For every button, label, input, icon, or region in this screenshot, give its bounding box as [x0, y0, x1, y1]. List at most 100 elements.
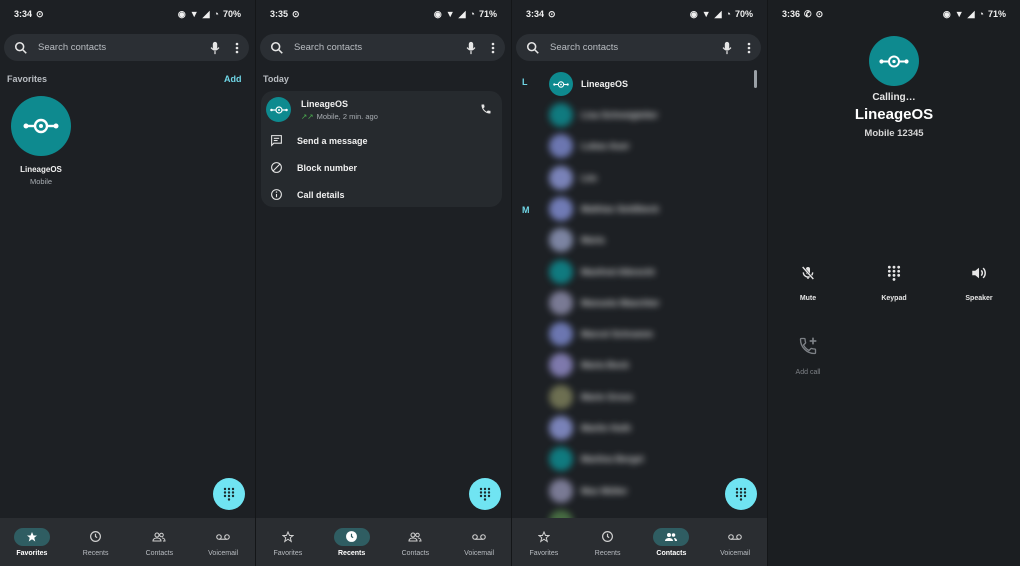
- people-icon: [152, 531, 166, 542]
- nav-label: Contacts: [145, 549, 174, 557]
- contact-name: Lisa Schneigleiter: [581, 110, 659, 120]
- contact-row[interactable]: Manfred Albrecht: [549, 259, 655, 284]
- search-placeholder: Search contacts: [38, 42, 107, 53]
- dialpad-fab[interactable]: [469, 478, 501, 510]
- mute-button[interactable]: Mute: [778, 264, 838, 302]
- today-section-label: Today: [263, 74, 289, 84]
- battery-percent: 70%: [734, 9, 753, 19]
- status-time: 3:35: [270, 9, 289, 19]
- nav-label: Contacts: [656, 549, 687, 557]
- contact-avatar: [549, 134, 573, 159]
- call-icon[interactable]: [480, 103, 492, 115]
- call-details-item[interactable]: Call details: [270, 188, 345, 201]
- contact-row[interactable]: Lukas Auer: [549, 134, 630, 159]
- phone-status-icon: ✆: [804, 8, 812, 19]
- more-options-icon[interactable]: [491, 42, 495, 54]
- search-bar[interactable]: Search contacts: [260, 34, 505, 61]
- nav-favorites[interactable]: Favorites: [512, 518, 576, 566]
- favorite-tile[interactable]: [11, 96, 71, 156]
- block-number-item[interactable]: Block number: [270, 161, 357, 174]
- add-call-label: Add call: [795, 369, 821, 376]
- nav-favorites[interactable]: Favorites: [256, 518, 320, 566]
- send-message-item[interactable]: Send a message: [270, 134, 368, 147]
- microphone-icon[interactable]: [465, 41, 477, 55]
- notification-icon: ⊙: [815, 8, 824, 19]
- contact-name: Max Müller: [581, 485, 628, 496]
- keypad-button[interactable]: Keypad: [864, 264, 924, 302]
- microphone-icon[interactable]: [721, 41, 733, 55]
- speaker-icon: [972, 267, 986, 279]
- star-icon: [26, 531, 37, 541]
- contact-row[interactable]: Martina Bergel: [549, 447, 644, 472]
- nav-voicemail[interactable]: Voicemail: [703, 518, 767, 566]
- speaker-button[interactable]: Speaker: [949, 264, 1009, 302]
- more-options-icon[interactable]: [747, 42, 751, 54]
- nav-recents[interactable]: Recents: [576, 518, 640, 566]
- more-options-icon[interactable]: [235, 42, 239, 54]
- recent-call-detail: ↗↗ Mobile, 2 min. ago: [301, 112, 378, 121]
- contact-row[interactable]: Manuela Waechter: [549, 290, 660, 315]
- contact-row[interactable]: Mathias Seidlbeck: [549, 196, 659, 221]
- contact-avatar: [549, 290, 573, 315]
- contact-row[interactable]: Max Müller: [549, 478, 628, 503]
- search-icon: [526, 41, 539, 54]
- scrollbar[interactable]: [754, 70, 757, 88]
- contact-row[interactable]: Marcel Schramm: [549, 322, 653, 347]
- contact-row[interactable]: LineageOS: [549, 72, 628, 96]
- contact-name: Léo: [581, 172, 598, 183]
- contact-row[interactable]: Lisa Schneigleiter: [549, 103, 658, 127]
- nav-label: Favorites: [16, 549, 48, 557]
- contact-avatar[interactable]: [266, 97, 291, 122]
- battery-percent: 71%: [478, 9, 497, 19]
- search-bar[interactable]: Search contacts: [516, 34, 761, 61]
- search-bar[interactable]: Search contacts: [4, 34, 249, 61]
- nav-voicemail[interactable]: Voicemail: [447, 518, 511, 566]
- contact-avatar: [11, 96, 71, 156]
- nav-recents[interactable]: Recents: [320, 518, 384, 566]
- nav-contacts[interactable]: Contacts: [640, 518, 704, 566]
- contact-name: Martin Huth: [581, 423, 631, 433]
- dialpad-fab[interactable]: [725, 478, 757, 510]
- block-icon: [271, 162, 282, 173]
- nav-contacts[interactable]: Contacts: [128, 518, 192, 566]
- dialpad-fab[interactable]: [213, 478, 245, 510]
- wifi-icon: ▼: [189, 8, 199, 19]
- nav-recents[interactable]: Recents: [64, 518, 128, 566]
- keypad-label: Keypad: [881, 295, 907, 302]
- people-icon: [665, 532, 678, 541]
- microphone-icon[interactable]: [209, 41, 221, 55]
- nav-label: Favorites: [529, 549, 559, 557]
- nav-favorites[interactable]: Favorites: [0, 518, 64, 566]
- contact-name: Manuela Waechter: [581, 297, 660, 308]
- nav-voicemail[interactable]: Voicemail: [191, 518, 255, 566]
- contact-row[interactable]: Léo: [549, 165, 598, 190]
- contact-avatar: [549, 447, 573, 472]
- outgoing-call-icon: ↗↗: [301, 112, 314, 121]
- contact-row[interactable]: Martin Huth: [549, 416, 631, 440]
- status-bar: 3:34 ⊙ ◉ ▼ ◢ ◔ 70%: [0, 0, 255, 28]
- favorites-screen: 3:34 ⊙ ◉ ▼ ◢ ◔ 70% Search contacts Favor…: [0, 0, 255, 566]
- contact-avatar: [549, 259, 573, 284]
- favorites-section-label: Favorites: [7, 74, 48, 84]
- add-favorite-link[interactable]: Add: [224, 74, 242, 84]
- contact-avatar: [549, 416, 573, 440]
- clock-icon: [602, 531, 614, 542]
- contact-row[interactable]: Marie Gross: [549, 384, 633, 409]
- contact-row[interactable]: Maria Bock: [549, 353, 629, 378]
- bottom-navigation: Favorites Recents Contacts Voicemail: [512, 518, 767, 566]
- add-call-button[interactable]: Add call: [778, 336, 838, 376]
- star-icon: [537, 530, 550, 543]
- notification-icon: ⊙: [36, 8, 44, 19]
- contact-avatar: [549, 196, 573, 221]
- voicemail-icon: [472, 533, 486, 540]
- status-time: 3:36: [782, 9, 801, 19]
- contact-avatar: [549, 165, 573, 190]
- battery-saver-icon: ◔: [725, 8, 731, 19]
- add-call-icon: [799, 337, 817, 355]
- menu-label: Send a message: [297, 135, 368, 146]
- nav-contacts[interactable]: Contacts: [384, 518, 448, 566]
- search-placeholder: Search contacts: [294, 42, 363, 53]
- battery-saver-icon: ◔: [469, 8, 475, 19]
- contact-row[interactable]: Maria: [549, 228, 605, 253]
- battery-percent: 70%: [222, 9, 241, 19]
